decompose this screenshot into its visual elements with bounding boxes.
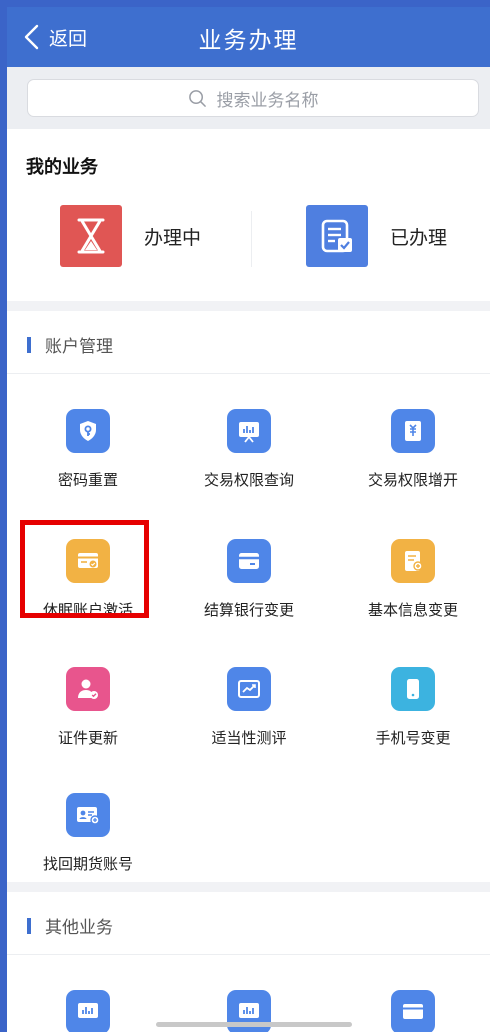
my-business-card: 我的业务 办理中 已办理 xyxy=(7,129,490,301)
page-title: 业务办理 xyxy=(198,28,299,54)
item-label: 密码重置 xyxy=(57,471,118,489)
done-button[interactable]: 已办理 xyxy=(306,204,447,268)
section-title: 账户管理 xyxy=(45,337,113,357)
item-label: 交易权限查询 xyxy=(203,471,294,489)
yuan-document-icon xyxy=(391,409,435,453)
basic-info-change-item[interactable]: 基本信息变更 xyxy=(338,539,488,620)
item-label: 结算银行变更 xyxy=(203,601,294,619)
search-placeholder: 搜索业务名称 xyxy=(216,90,319,111)
section-header: 账户管理 xyxy=(7,311,490,374)
top-nav-bar: 返回 业务办理 xyxy=(7,7,490,67)
document-plus-icon xyxy=(391,539,435,583)
account-management-section: 账户管理 密码重置 交易权限查询 交易权限增开 休眠账户激活 结算银行变更 基本… xyxy=(7,311,490,882)
line-chart-icon xyxy=(227,667,271,711)
search-icon xyxy=(188,89,206,107)
password-reset-item[interactable]: 密码重置 xyxy=(13,409,163,490)
phone-number-change-item[interactable]: 手机号变更 xyxy=(338,667,488,748)
other-business-section: 其他业务 xyxy=(7,892,490,1032)
id-card-icon xyxy=(66,793,110,837)
other-item[interactable] xyxy=(338,990,488,1032)
section-accent-bar xyxy=(27,918,31,934)
item-label: 适当性测评 xyxy=(211,729,287,747)
shield-key-icon xyxy=(66,409,110,453)
item-label: 基本信息变更 xyxy=(367,601,458,619)
section-title: 其他业务 xyxy=(45,918,113,938)
item-label: 证件更新 xyxy=(57,729,118,747)
settlement-bank-change-item[interactable]: 结算银行变更 xyxy=(174,539,324,620)
section-header: 其他业务 xyxy=(7,892,490,955)
retrieve-futures-account-item[interactable]: 找回期货账号 xyxy=(13,793,163,874)
highlight-box xyxy=(20,520,149,618)
user-check-icon xyxy=(66,667,110,711)
trading-permission-query-item[interactable]: 交易权限查询 xyxy=(174,409,324,490)
app-screen: 返回 业务办理 搜索业务名称 我的业务 办理中 已办理 账户管理 密码重置 交易… xyxy=(7,7,490,1032)
in-progress-label: 办理中 xyxy=(144,226,202,249)
item-label: 找回期货账号 xyxy=(42,855,133,873)
item-label: 手机号变更 xyxy=(375,729,451,747)
chart-board-icon xyxy=(227,409,271,453)
document-check-icon xyxy=(306,205,368,267)
bank-card-icon xyxy=(227,539,271,583)
divider xyxy=(251,211,252,267)
item-label: 交易权限增开 xyxy=(367,471,458,489)
in-progress-button[interactable]: 办理中 xyxy=(60,204,201,268)
search-input[interactable]: 搜索业务名称 xyxy=(27,79,479,117)
section-accent-bar xyxy=(27,337,31,353)
other-item[interactable] xyxy=(13,990,163,1032)
done-label: 已办理 xyxy=(390,226,448,249)
card-icon xyxy=(391,990,435,1032)
search-area: 搜索业务名称 xyxy=(7,67,490,129)
chart-board-icon xyxy=(66,990,110,1032)
mobile-icon xyxy=(391,667,435,711)
trading-permission-add-item[interactable]: 交易权限增开 xyxy=(338,409,488,490)
suitability-assessment-item[interactable]: 适当性测评 xyxy=(174,667,324,748)
id-update-item[interactable]: 证件更新 xyxy=(13,667,163,748)
my-business-title: 我的业务 xyxy=(26,157,98,178)
hourglass-icon xyxy=(60,205,122,267)
home-indicator[interactable] xyxy=(156,1022,352,1027)
